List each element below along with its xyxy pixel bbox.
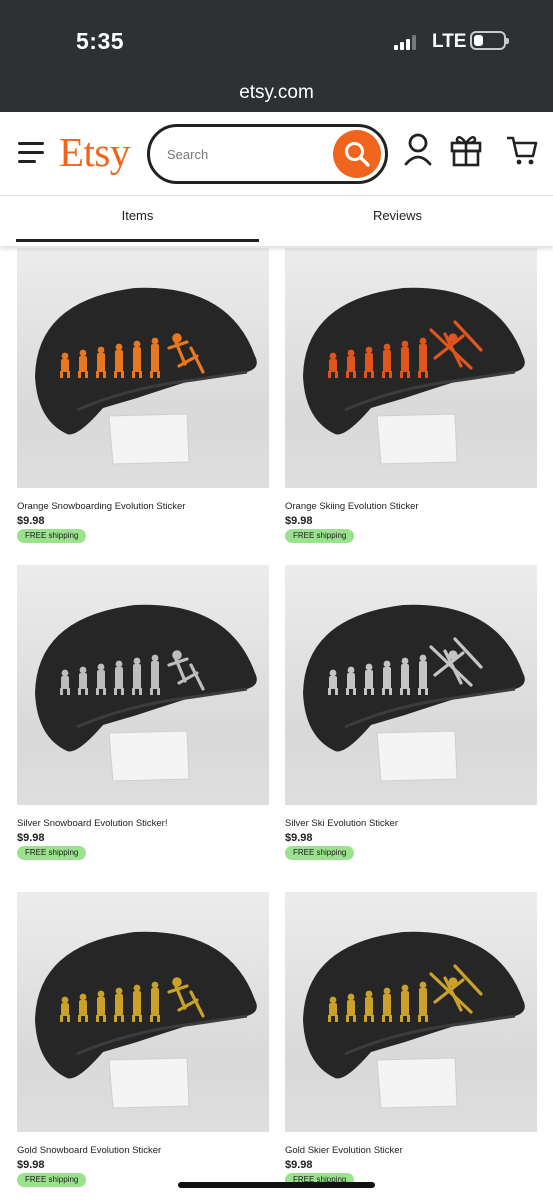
etsy-logo[interactable]: Etsy xyxy=(59,128,130,176)
free-shipping-badge: FREE shipping xyxy=(17,1173,87,1187)
product-image[interactable] xyxy=(285,892,537,1132)
product-image[interactable] xyxy=(285,248,537,488)
helmet-illustration xyxy=(303,287,525,465)
free-shipping-badge: FREE shipping xyxy=(285,529,355,543)
helmet-illustration xyxy=(35,931,257,1109)
free-shipping-badge: FREE shipping xyxy=(17,846,87,860)
product-title[interactable]: Silver Ski Evolution Sticker xyxy=(285,818,398,829)
tab-items[interactable]: Items xyxy=(16,208,259,223)
helmet-illustration xyxy=(35,604,257,782)
account-icon[interactable] xyxy=(402,132,436,170)
search-input[interactable]: Search xyxy=(167,147,208,162)
product-title[interactable]: Orange Skiing Evolution Sticker xyxy=(285,501,419,512)
search-button[interactable] xyxy=(333,130,381,178)
product-title[interactable]: Gold Skier Evolution Sticker xyxy=(285,1145,403,1156)
battery-icon xyxy=(470,31,509,50)
helmet-illustration xyxy=(303,604,525,782)
product-image[interactable] xyxy=(285,565,537,805)
helmet-illustration xyxy=(303,931,525,1109)
home-indicator[interactable] xyxy=(178,1182,375,1188)
product-image[interactable] xyxy=(17,248,269,488)
network-type: LTE xyxy=(432,31,467,52)
address-bar[interactable]: etsy.com xyxy=(0,82,553,104)
product-title[interactable]: Gold Snowboard Evolution Sticker xyxy=(17,1145,161,1156)
site-header: Etsy Search xyxy=(0,112,553,196)
free-shipping-badge: FREE shipping xyxy=(285,846,355,860)
product-price: $9.98 xyxy=(17,515,45,527)
product-price: $9.98 xyxy=(17,832,45,844)
tab-reviews[interactable]: Reviews xyxy=(276,208,519,223)
product-price: $9.98 xyxy=(285,832,313,844)
gift-icon[interactable] xyxy=(449,132,483,170)
product-title[interactable]: Orange Snowboarding Evolution Sticker xyxy=(17,501,185,512)
status-time: 5:35 xyxy=(76,28,125,54)
search-bar[interactable]: Search xyxy=(147,124,388,184)
product-title[interactable]: Silver Snowboard Evolution Sticker! xyxy=(17,818,168,829)
product-price: $9.98 xyxy=(17,1159,45,1171)
menu-icon[interactable] xyxy=(18,142,44,164)
product-image[interactable] xyxy=(17,565,269,805)
shop-tabs: Items Reviews xyxy=(0,196,553,246)
search-icon xyxy=(345,142,370,167)
cart-icon[interactable] xyxy=(505,132,539,170)
free-shipping-badge: FREE shipping xyxy=(17,529,87,543)
tab-selected-indicator xyxy=(16,239,259,242)
product-price: $9.98 xyxy=(285,1159,313,1171)
signal-icon xyxy=(394,35,420,50)
product-price: $9.98 xyxy=(285,515,313,527)
browser-chrome: 5:35 LTE etsy.com xyxy=(0,0,553,112)
helmet-illustration xyxy=(35,287,257,465)
product-image[interactable] xyxy=(17,892,269,1132)
